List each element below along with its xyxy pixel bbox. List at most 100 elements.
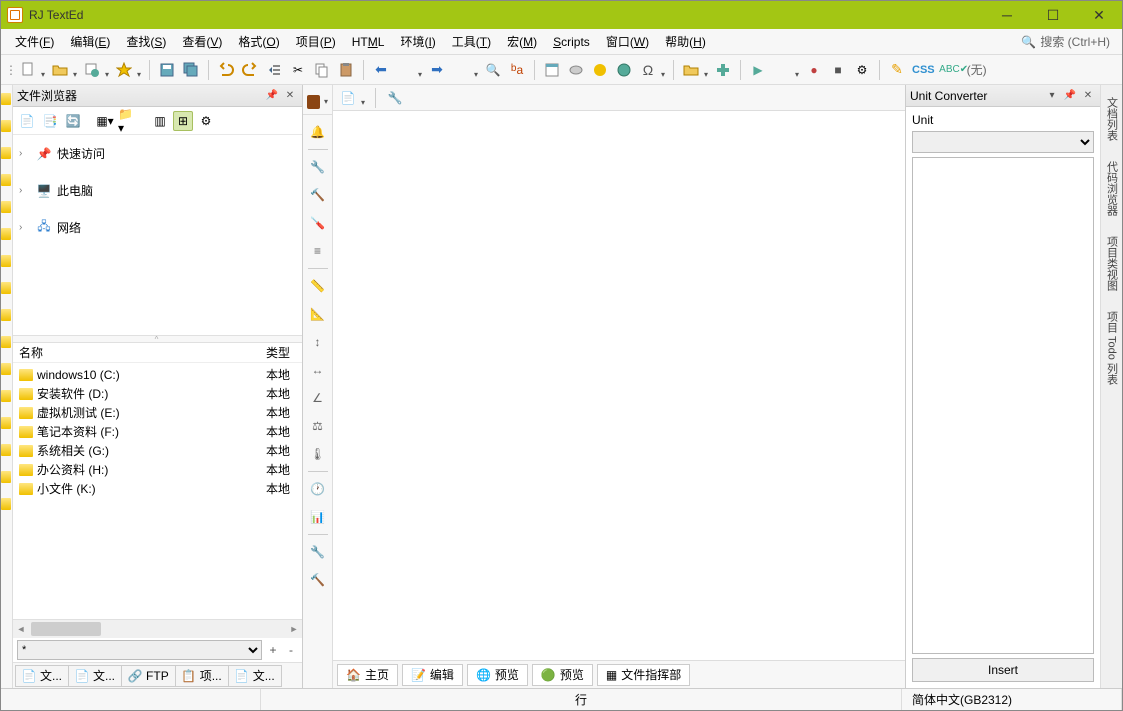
insert-button[interactable]: Insert [912, 658, 1094, 682]
menu-edit[interactable]: 编辑(E) [62, 31, 118, 52]
vt-measure1[interactable]: ↕ [307, 331, 329, 353]
minimize-button[interactable]: ─ [984, 1, 1030, 29]
menu-view[interactable]: 查看(V) [174, 31, 230, 52]
panel-close-button[interactable]: ✕ [1080, 88, 1096, 104]
highlighter-button[interactable]: ✎ [886, 59, 908, 81]
menu-environment[interactable]: 环境(I) [392, 31, 443, 52]
side-tab-doclist[interactable]: 文档列表 [1102, 91, 1122, 147]
copy-button[interactable] [311, 59, 333, 81]
drive-row[interactable]: 小文件 (K:)本地 [13, 479, 302, 498]
panel-pin-button[interactable]: 📌 [1062, 88, 1078, 104]
vt-chart-icon[interactable]: 📊 [307, 506, 329, 528]
open-file-button[interactable] [49, 59, 71, 81]
unit-select[interactable] [912, 131, 1094, 153]
redo-button[interactable] [239, 59, 261, 81]
side-tab-classview[interactable]: 项目类视图 [1102, 230, 1122, 297]
vt-balance-icon[interactable]: ⚖ [307, 415, 329, 437]
indent-button[interactable] [263, 59, 285, 81]
vt-clock-icon[interactable]: 🕐 [307, 478, 329, 500]
css-label[interactable]: CSS [912, 64, 935, 76]
omega-button[interactable]: Ω [637, 59, 659, 81]
tool1-button[interactable] [541, 59, 563, 81]
exp-refresh[interactable]: 🔄 [63, 111, 83, 131]
nav-forward-button[interactable]: ➡ [426, 59, 448, 81]
vt-bell-icon[interactable]: 🔔 [307, 121, 329, 143]
vt-lines-icon[interactable]: ≡ [307, 240, 329, 262]
exp-btn-7[interactable]: ⊞ [173, 111, 193, 131]
menu-format[interactable]: 格式(O) [230, 31, 287, 52]
btab-edit[interactable]: 📝编辑 [402, 664, 463, 686]
editor-doc-dd[interactable]: 📄 [337, 87, 359, 109]
plugin-button[interactable] [712, 59, 734, 81]
btab-file-commander[interactable]: ▦文件指挥部 [597, 664, 690, 686]
explorer-tree[interactable]: › 📌 快速访问 › 🖥️ 此电脑 › 🖧 网络 [13, 135, 302, 335]
maximize-button[interactable]: ☐ [1030, 1, 1076, 29]
stop-button[interactable]: ■ [827, 59, 849, 81]
menu-search-box[interactable]: 🔍 搜索 (Ctrl+H) [1021, 33, 1116, 50]
panel-close-button[interactable]: ✕ [282, 88, 298, 104]
vt-tool3[interactable]: 🪛 [307, 212, 329, 234]
favorites-button[interactable] [113, 59, 135, 81]
exp-btn-6[interactable]: ▥ [150, 111, 170, 131]
nav-back-dd[interactable] [394, 59, 416, 81]
tree-network[interactable]: › 🖧 网络 [17, 215, 298, 240]
btab-home[interactable]: 🏠主页 [337, 664, 398, 686]
record-button[interactable]: ● [803, 59, 825, 81]
expander-icon[interactable]: › [19, 222, 31, 233]
side-tab-codebrowser[interactable]: 代码浏览器 [1102, 155, 1122, 222]
nav-back-button[interactable]: ⬅ [370, 59, 392, 81]
paste-button[interactable] [335, 59, 357, 81]
exp-tab-5[interactable]: 📄文... [228, 665, 282, 687]
exp-btn-1[interactable]: 📄 [17, 111, 37, 131]
menu-search[interactable]: 查找(S) [118, 31, 174, 52]
menu-file[interactable]: 文件(F) [7, 31, 62, 52]
exp-folder-dd[interactable]: 📁▾ [118, 111, 138, 131]
menu-project[interactable]: 项目(P) [288, 31, 344, 52]
cut-button[interactable]: ✂ [287, 59, 309, 81]
undo-button[interactable] [215, 59, 237, 81]
save-button[interactable] [156, 59, 178, 81]
vt-wrench-icon[interactable]: 🔧 [307, 541, 329, 563]
tool-gear-button[interactable]: ⚙ [851, 59, 873, 81]
vt-tool1[interactable]: 🔧 [307, 156, 329, 178]
run-button[interactable]: ▶ [747, 59, 769, 81]
editor-tool-button[interactable]: 🔧 [384, 87, 406, 109]
find-button[interactable]: 🔍 [482, 59, 504, 81]
exp-tab-proj[interactable]: 📋项... [175, 665, 229, 687]
nav-forward-dd[interactable] [450, 59, 472, 81]
vt-hammer-icon[interactable]: 🔨 [307, 569, 329, 591]
vt-ruler2-icon[interactable]: 📐 [307, 303, 329, 325]
spellcheck-button[interactable]: ABC✔ [943, 59, 965, 81]
menu-scripts[interactable]: Scripts [545, 33, 598, 51]
drive-row[interactable]: 安装软件 (D:)本地 [13, 384, 302, 403]
btab-preview-chrome[interactable]: 🟢预览 [532, 664, 593, 686]
recent-button[interactable] [81, 59, 103, 81]
exp-tab-1[interactable]: 📄文... [15, 665, 69, 687]
vt-ruler-icon[interactable]: 📏 [307, 275, 329, 297]
drive-row[interactable]: 笔记本资料 (F:)本地 [13, 422, 302, 441]
save-all-button[interactable] [180, 59, 202, 81]
exp-settings[interactable]: ⚙ [196, 111, 216, 131]
tree-this-pc[interactable]: › 🖥️ 此电脑 [17, 178, 298, 203]
expander-icon[interactable]: › [19, 185, 31, 196]
menu-tools[interactable]: 工具(T) [444, 31, 499, 52]
status-encoding[interactable]: 简体中文(GB2312) [902, 689, 1122, 710]
drive-row[interactable]: windows10 (C:)本地 [13, 365, 302, 384]
exp-tab-ftp[interactable]: 🔗FTP [121, 665, 176, 687]
syntax-label[interactable]: (无) [967, 61, 987, 78]
menu-html[interactable]: HTML [344, 33, 393, 51]
vt-angle-icon[interactable]: ∠ [307, 387, 329, 409]
tool2-button[interactable] [565, 59, 587, 81]
drive-row[interactable]: 系统相关 (G:)本地 [13, 441, 302, 460]
expander-icon[interactable]: › [19, 148, 31, 159]
btab-preview-ie[interactable]: 🌐预览 [467, 664, 528, 686]
filter-combo[interactable]: * [17, 640, 262, 660]
exp-tab-2[interactable]: 📄文... [68, 665, 122, 687]
tree-quick-access[interactable]: › 📌 快速访问 [17, 141, 298, 166]
menu-window[interactable]: 窗口(W) [598, 31, 657, 52]
exp-view-dd[interactable]: ▦▾ [95, 111, 115, 131]
tool3-button[interactable] [589, 59, 611, 81]
vt-box-icon[interactable] [307, 95, 320, 109]
find-replace-button[interactable]: ba [506, 59, 528, 81]
vt-measure2[interactable]: ↔ [307, 359, 329, 381]
